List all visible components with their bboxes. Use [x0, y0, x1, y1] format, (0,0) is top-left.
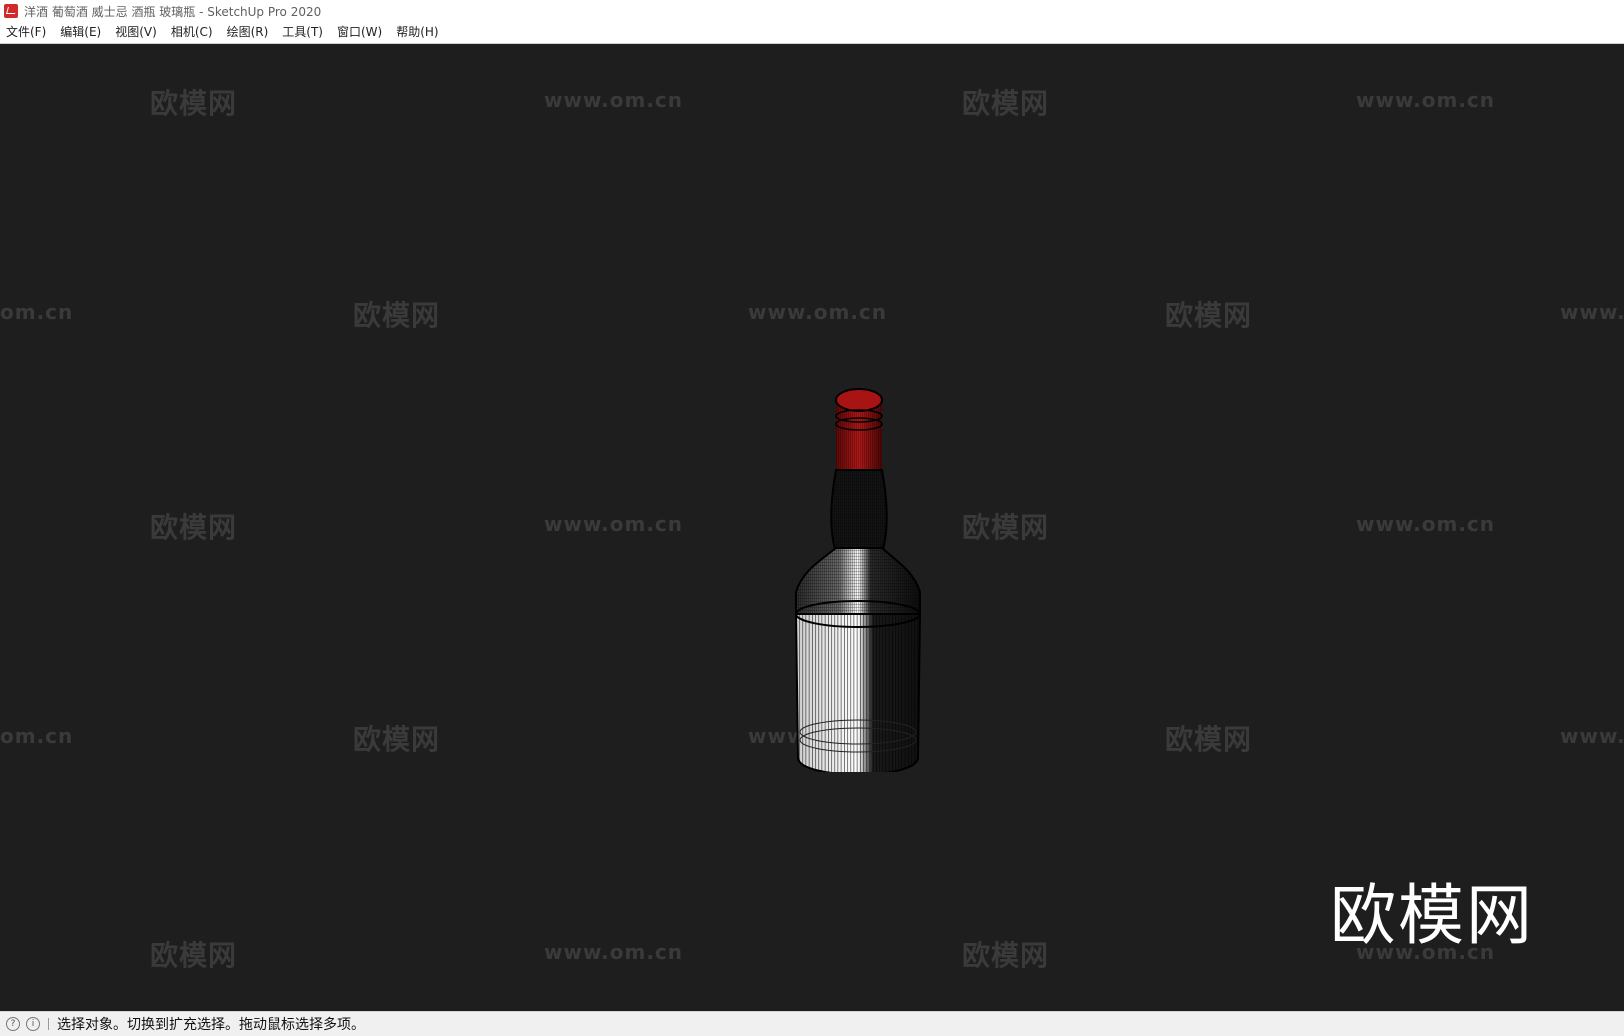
watermark-brand: 欧模网: [150, 87, 238, 120]
menu-bar: 文件(F) 编辑(E) 视图(V) 相机(C) 绘图(R) 工具(T) 窗口(W…: [0, 22, 1624, 44]
menu-help[interactable]: 帮助(H): [389, 22, 445, 43]
watermark-url: www.om.cn: [544, 88, 684, 112]
watermark-brand: 欧模网: [150, 939, 238, 972]
bottle-model[interactable]: [780, 352, 930, 772]
menu-file[interactable]: 文件(F): [0, 22, 53, 43]
sketchup-logo-icon: [4, 4, 18, 18]
watermark-url: www.om.cn: [1356, 88, 1496, 112]
watermark-url-partial: www.: [1560, 724, 1624, 748]
watermark-brand: 欧模网: [962, 511, 1050, 544]
watermark-brand: 欧模网: [1165, 723, 1253, 756]
bottle-neck: [830, 469, 888, 553]
status-bar: ? i 选择对象。切换到扩充选择。拖动鼠标选择多项。: [0, 1011, 1624, 1036]
status-divider: [48, 1018, 49, 1030]
watermark-url: www.om.cn: [544, 512, 684, 536]
title-bar: 洋酒 葡萄酒 威士忌 酒瓶 玻璃瓶 - SketchUp Pro 2020: [0, 0, 1624, 22]
bottle-cap: [835, 388, 883, 472]
window-title: 洋酒 葡萄酒 威士忌 酒瓶 玻璃瓶 - SketchUp Pro 2020: [24, 4, 322, 19]
status-message: 选择对象。切换到扩充选择。拖动鼠标选择多项。: [57, 1017, 365, 1033]
watermark-brand: 欧模网: [962, 939, 1050, 972]
watermark-brand: 欧模网: [353, 723, 441, 756]
menu-window[interactable]: 窗口(W): [330, 22, 389, 43]
menu-tools[interactable]: 工具(T): [275, 22, 330, 43]
menu-draw[interactable]: 绘图(R): [220, 22, 276, 43]
watermark-brand-large: 欧模网: [1330, 877, 1534, 954]
watermark-url-partial: om.cn: [0, 300, 74, 324]
watermark-brand: 欧模网: [962, 87, 1050, 120]
menu-edit[interactable]: 编辑(E): [53, 22, 108, 43]
geo-location-icon[interactable]: ?: [6, 1017, 20, 1031]
watermark-url-partial: www.: [1560, 300, 1624, 324]
watermark-brand: 欧模网: [353, 299, 441, 332]
menu-camera[interactable]: 相机(C): [164, 22, 220, 43]
bottle-body: [794, 600, 922, 772]
modeling-viewport[interactable]: 欧模网 www.om.cn 欧模网 www.om.cn om.cn 欧模网 ww…: [0, 44, 1624, 1011]
watermark-brand: 欧模网: [150, 511, 238, 544]
menu-view[interactable]: 视图(V): [108, 22, 164, 43]
watermark-url: www.om.cn: [544, 940, 684, 964]
watermark-url-partial: om.cn: [0, 724, 74, 748]
watermark-url: www.om.cn: [1356, 512, 1496, 536]
watermark-brand: 欧模网: [1165, 299, 1253, 332]
watermark-url: www.om.cn: [748, 300, 888, 324]
info-icon[interactable]: i: [26, 1017, 40, 1031]
